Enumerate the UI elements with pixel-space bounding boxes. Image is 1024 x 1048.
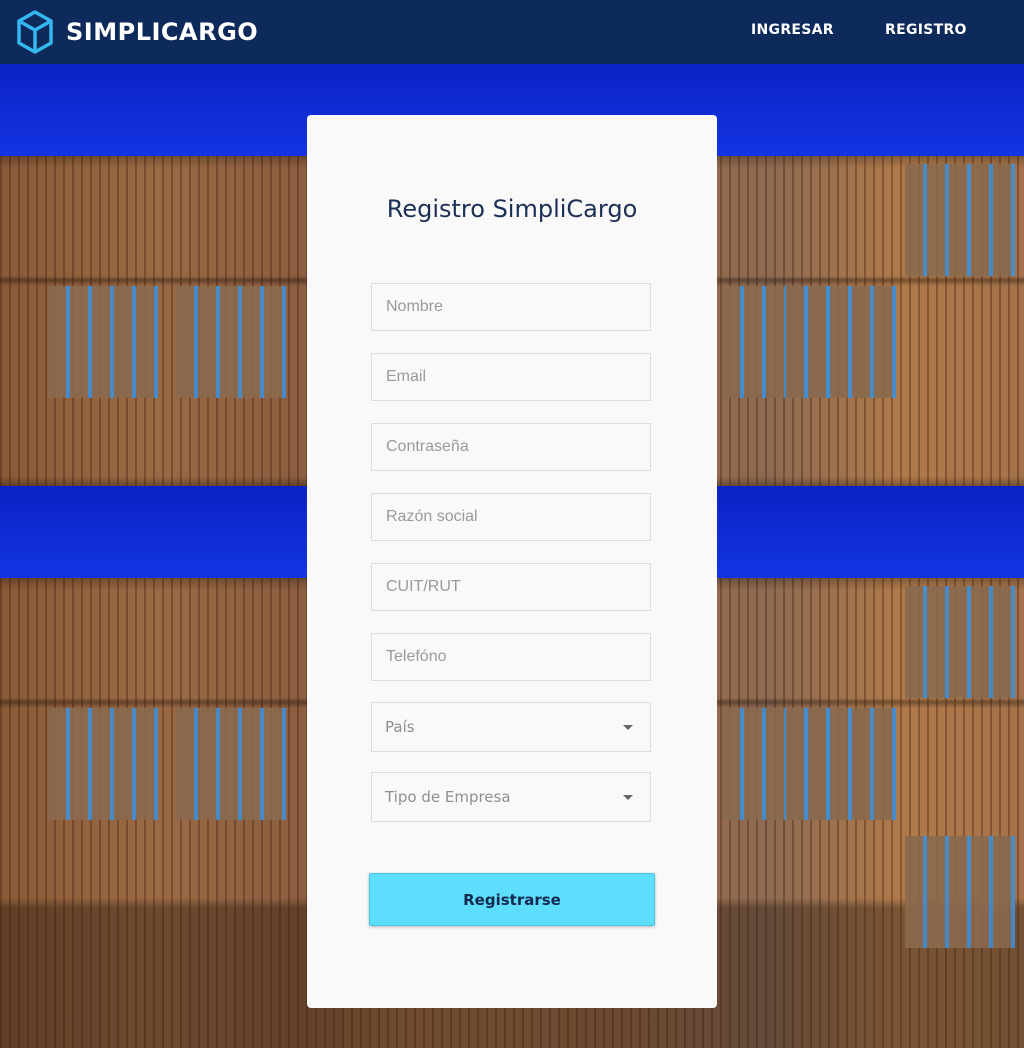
chevron-down-icon: [623, 724, 633, 730]
nombre-field: [371, 283, 651, 331]
razon-social-field: [371, 493, 651, 541]
nav-ingresar-link[interactable]: INGRESAR: [751, 22, 834, 38]
password-field: [371, 423, 651, 471]
top-navbar: SIMPLICARGO INGRESAR REGISTRO: [0, 0, 1024, 64]
password-input[interactable]: [372, 424, 650, 470]
brand[interactable]: SIMPLICARGO: [16, 9, 258, 55]
email-input[interactable]: [372, 354, 650, 400]
nombre-input[interactable]: [372, 284, 650, 330]
email-field: [371, 353, 651, 401]
cuit-field: [371, 563, 651, 611]
nav-registro-link[interactable]: REGISTRO: [885, 22, 967, 38]
pais-select-value: País: [385, 718, 415, 736]
tipo-empresa-select[interactable]: Tipo de Empresa: [371, 772, 651, 822]
razon-social-input[interactable]: [372, 494, 650, 540]
form-title: Registro SimpliCargo: [386, 195, 638, 223]
chevron-down-icon: [623, 794, 633, 800]
pais-select[interactable]: País: [371, 702, 651, 752]
registration-card: Registro SimpliCargo País Tipo de Empres…: [307, 115, 717, 1008]
tipo-empresa-select-value: Tipo de Empresa: [385, 788, 511, 806]
brand-name: SIMPLICARGO: [66, 18, 259, 46]
telefono-field: [371, 633, 651, 681]
cube-icon: [16, 9, 54, 55]
telefono-input[interactable]: [372, 634, 650, 680]
cuit-input[interactable]: [372, 564, 650, 610]
registrarse-button[interactable]: Registrarse: [369, 873, 655, 926]
